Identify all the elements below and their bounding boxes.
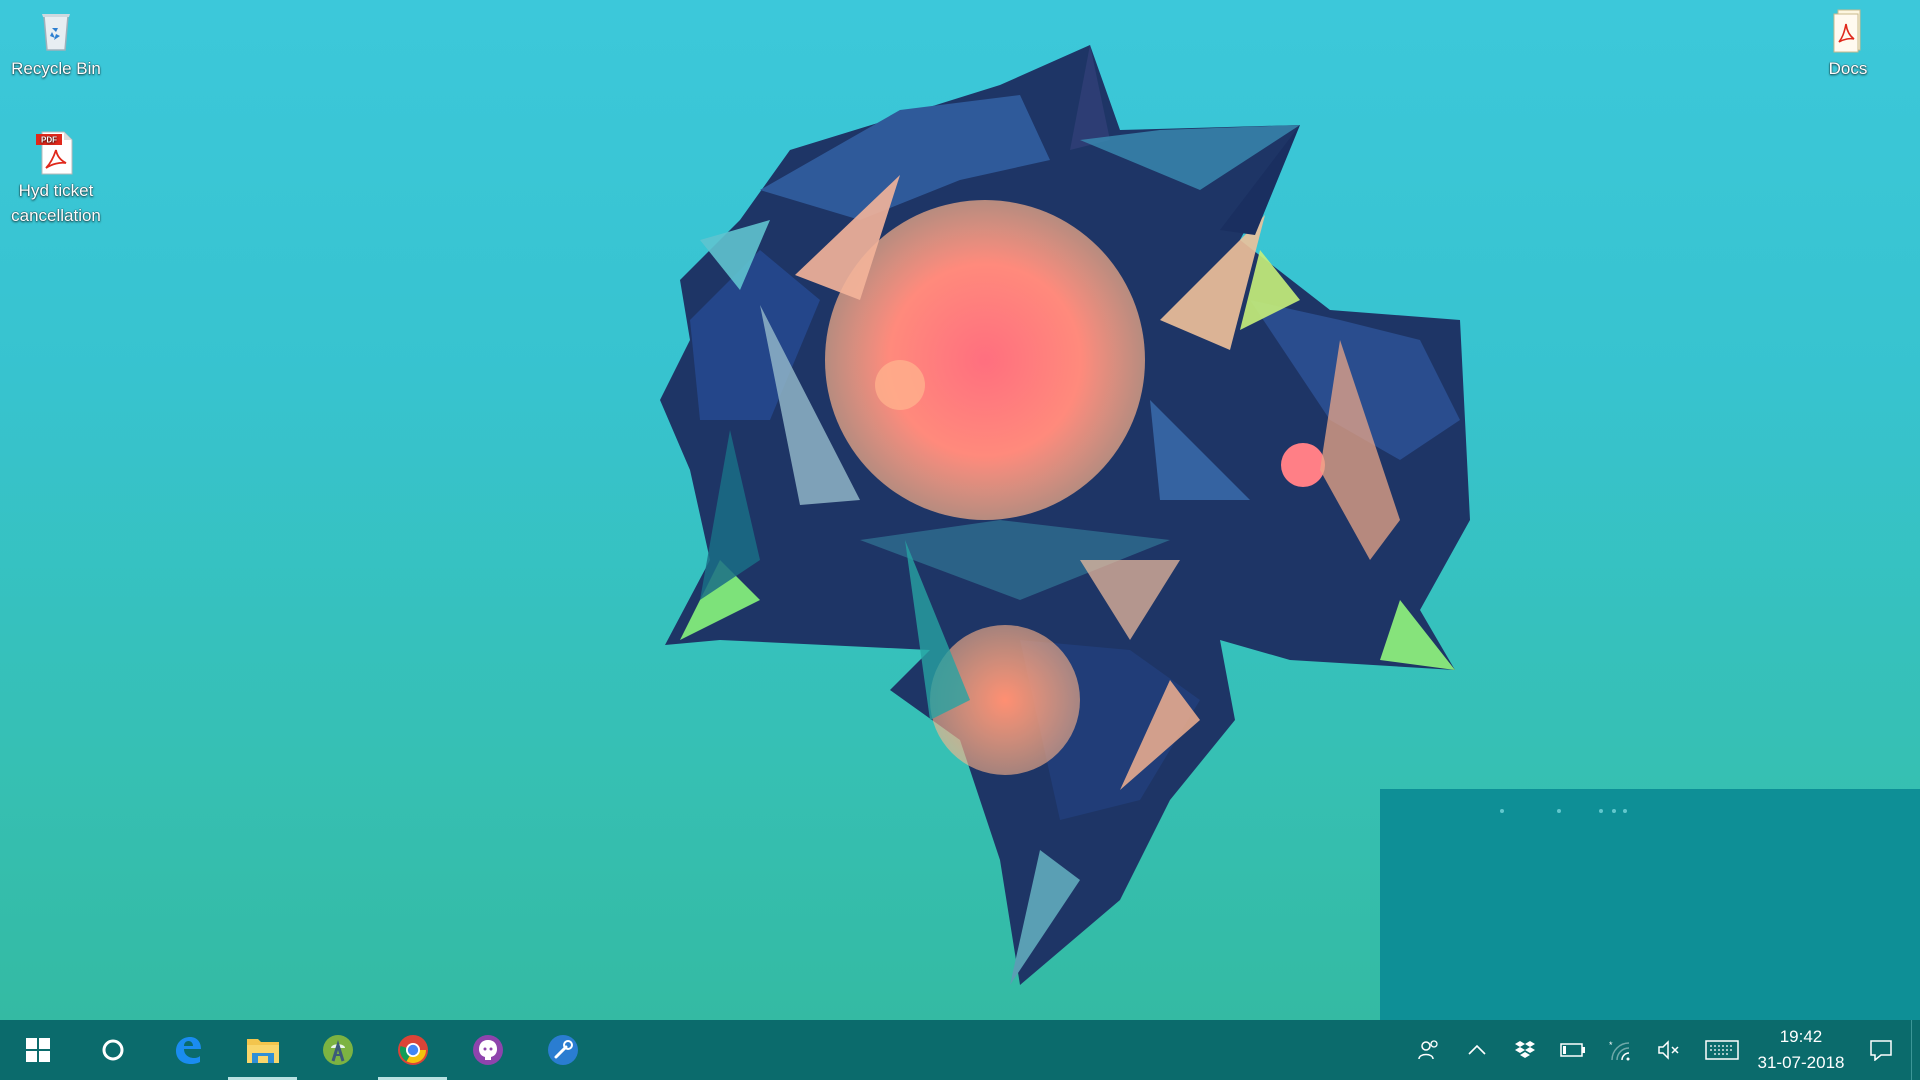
taskbar: * 19:42 31-07-2018	[0, 1020, 1920, 1080]
overlay-panel	[1380, 789, 1920, 1020]
battery-button[interactable]	[1549, 1020, 1597, 1080]
system-tray: * 19:42 31-07-2018	[1405, 1020, 1920, 1080]
battery-icon	[1560, 1043, 1585, 1057]
people-button[interactable]	[1405, 1020, 1453, 1080]
recycle-bin-label: Recycle Bin	[11, 59, 101, 78]
pdf-badge: PDF	[41, 136, 57, 145]
folder-icon	[246, 1039, 279, 1063]
clock[interactable]: 19:42 31-07-2018	[1751, 1020, 1851, 1080]
chrome-icon	[397, 1035, 428, 1065]
clock-date: 31-07-2018	[1757, 1053, 1845, 1072]
dot	[1623, 809, 1627, 813]
action-center-button[interactable]	[1851, 1020, 1911, 1080]
crystal-artwork	[660, 45, 1470, 985]
taskbar-app-tool[interactable]	[525, 1020, 600, 1080]
recycle-bin-icon	[42, 14, 70, 51]
desktop-icon-recycle-bin[interactable]: Recycle Bin	[6, 6, 106, 81]
network-button[interactable]: *	[1597, 1020, 1645, 1080]
action-center-icon	[1870, 1040, 1892, 1061]
taskbar-app-file-explorer[interactable]	[225, 1020, 300, 1080]
people-icon	[1418, 1040, 1438, 1060]
android-studio-icon	[322, 1035, 353, 1065]
taskbar-app-edge[interactable]	[150, 1020, 225, 1080]
loading-dots	[1380, 809, 1920, 819]
dropbox-icon	[1515, 1041, 1535, 1058]
dropbox-tray-button[interactable]	[1501, 1020, 1549, 1080]
clock-time: 19:42	[1779, 1027, 1823, 1046]
cortana-circle-icon	[102, 1039, 123, 1061]
taskbar-app-android-studio[interactable]	[300, 1020, 375, 1080]
dot	[1500, 809, 1504, 813]
cortana-button[interactable]	[75, 1020, 150, 1080]
pdf-document-icon	[1833, 9, 1861, 53]
taskbar-app-github-desktop[interactable]	[450, 1020, 525, 1080]
show-desktop-button[interactable]	[1911, 1020, 1920, 1080]
volume-muted-icon	[1658, 1040, 1679, 1060]
chevron-up-icon	[1468, 1044, 1486, 1055]
dot	[1612, 809, 1616, 813]
github-icon	[472, 1035, 503, 1065]
touch-keyboard-button[interactable]	[1693, 1020, 1751, 1080]
taskbar-app-chrome[interactable]	[375, 1020, 450, 1080]
desktop-icon-docs[interactable]: Docs	[1798, 6, 1898, 81]
docs-label: Docs	[1828, 59, 1868, 78]
show-hidden-icons-button[interactable]	[1453, 1020, 1501, 1080]
wrench-icon	[547, 1035, 578, 1065]
dot	[1557, 809, 1561, 813]
start-button[interactable]	[0, 1020, 75, 1080]
edge-browser-icon	[175, 1037, 201, 1064]
windows-logo-icon	[25, 1038, 50, 1062]
dot	[1599, 809, 1603, 813]
svg-text:*: *	[1609, 1040, 1613, 1050]
volume-button[interactable]	[1645, 1020, 1693, 1080]
hyd-ticket-cancellation-label: Hyd ticket cancellation	[11, 181, 101, 225]
keyboard-icon	[1705, 1040, 1739, 1060]
pdf-file-icon: PDF	[36, 131, 73, 175]
desktop-icon-hyd-ticket-cancellation[interactable]: PDF Hyd ticket cancellation	[6, 128, 106, 228]
wifi-icon: *	[1609, 1040, 1630, 1061]
